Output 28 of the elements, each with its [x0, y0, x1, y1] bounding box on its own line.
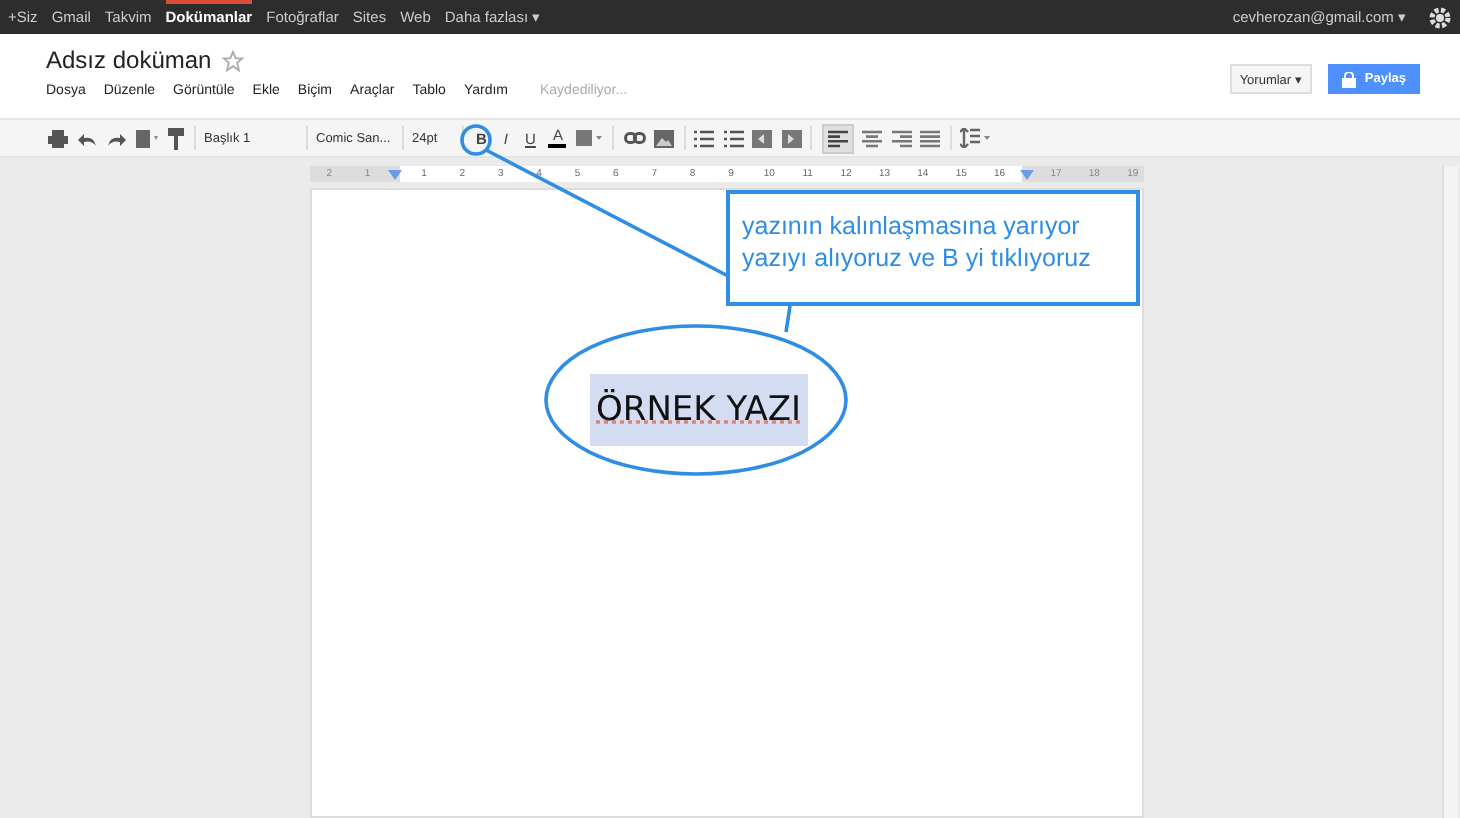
highlight-color-icon[interactable] — [575, 129, 604, 147]
align-center-icon[interactable] — [862, 129, 883, 147]
redo-icon[interactable] — [106, 131, 126, 145]
line-spacing-icon[interactable] — [960, 128, 993, 148]
increase-indent-icon[interactable] — [781, 129, 802, 147]
paint-format-icon[interactable] — [168, 127, 184, 149]
print-icon[interactable] — [48, 129, 68, 147]
settings-icon[interactable] — [1428, 5, 1452, 29]
clipboard-icon[interactable] — [135, 128, 159, 148]
justify-icon[interactable] — [920, 129, 941, 147]
highlight-circle — [460, 124, 492, 156]
align-left-button[interactable] — [821, 123, 854, 153]
align-right-icon[interactable] — [891, 129, 912, 147]
ruler-marker-icon[interactable] — [1020, 169, 1035, 179]
bulleted-list-icon[interactable] — [723, 129, 744, 147]
image-icon[interactable] — [654, 129, 675, 147]
document-title[interactable]: Adsız doküman — [46, 46, 212, 74]
decrease-indent-icon[interactable] — [752, 129, 773, 147]
numbered-list-icon[interactable] — [694, 129, 715, 147]
star-icon[interactable] — [221, 49, 244, 71]
align-left-icon — [827, 129, 848, 147]
undo-icon[interactable] — [77, 131, 97, 145]
lock-icon — [1342, 71, 1357, 87]
callout-text: yazıyı alıyoruz ve B yi tıklıyoruz — [742, 242, 1093, 274]
link-icon[interactable] — [623, 132, 646, 144]
ruler-marker-icon[interactable] — [388, 169, 403, 179]
callout-text: yazının kalınlaşmasına yarıyor — [742, 210, 1082, 242]
selected-text[interactable]: ÖRNEK YAZI — [590, 374, 808, 446]
